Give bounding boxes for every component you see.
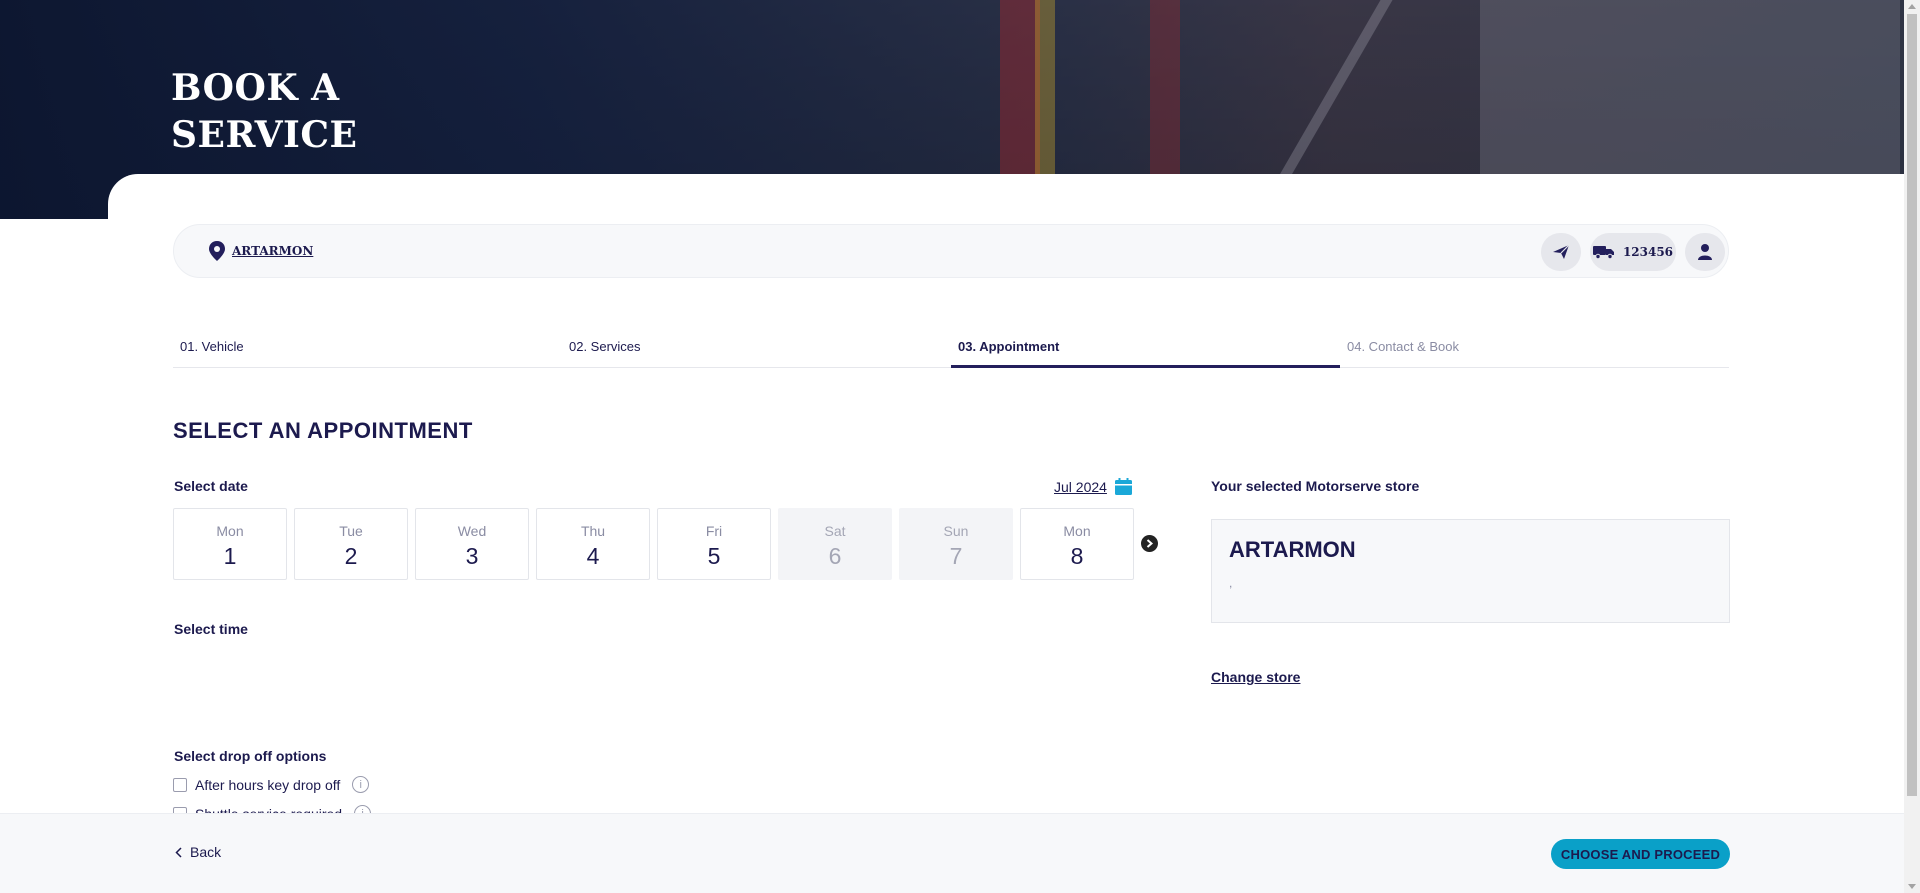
step-vehicle[interactable]: 01. Vehicle (173, 333, 562, 367)
info-icon[interactable]: i (352, 776, 370, 793)
select-time-label: Select time (174, 621, 248, 637)
calendar-icon (1114, 478, 1132, 495)
step-contact-book: 04. Contact & Book (1347, 339, 1460, 354)
day-option[interactable]: Tue 2 (294, 508, 408, 580)
scroll-thumb[interactable] (1907, 14, 1917, 796)
step-services[interactable]: 02. Services (562, 333, 951, 367)
day-option[interactable]: Thu 4 (536, 508, 650, 580)
location-store-link[interactable]: ARTARMON (232, 244, 313, 258)
location-pin-icon (209, 241, 225, 261)
day-option[interactable]: Mon 8 (1020, 508, 1134, 580)
select-date-label: Select date (174, 478, 248, 494)
send-icon (1553, 244, 1570, 259)
page-title: BOOK A SERVICE (171, 67, 358, 156)
day-option[interactable]: Wed 3 (415, 508, 529, 580)
section-title: SELECT AN APPOINTMENT (173, 418, 473, 443)
scrollbar[interactable] (1904, 0, 1920, 893)
footer-bar: Back CHOOSE AND PROCEED (0, 813, 1904, 893)
vehicle-button[interactable]: 123456 (1590, 233, 1676, 271)
day-option-unavailable: Sat 6 (778, 508, 892, 580)
day-option-unavailable: Sun 7 (899, 508, 1013, 580)
chevron-right-icon (1146, 539, 1154, 548)
date-selector: Mon 1 Tue 2 Wed 3 Thu 4 Fri 5 Sat 6 Sun 7 Mon 8 (173, 508, 1134, 580)
month-label[interactable]: Jul 2024 (1054, 479, 1107, 495)
step-appointment[interactable]: 03. Appointment (951, 333, 1340, 368)
change-store-link[interactable]: Change store (1211, 669, 1300, 685)
scroll-down-arrow[interactable] (1908, 884, 1916, 889)
after-hours-checkbox[interactable] (173, 777, 187, 792)
after-hours-label[interactable]: After hours key drop off (195, 777, 340, 793)
selected-store-card: ARTARMON , (1211, 519, 1730, 623)
back-label: Back (190, 844, 222, 860)
day-option[interactable]: Fri 5 (657, 508, 771, 580)
next-dates-button[interactable] (1141, 535, 1158, 552)
user-icon (1698, 244, 1712, 260)
back-button[interactable]: Back (175, 844, 221, 860)
store-name: ARTARMON (1229, 537, 1356, 562)
drop-off-label: Select drop off options (174, 748, 327, 764)
selected-store-label: Your selected Motorserve store (1211, 478, 1420, 494)
drop-off-option: After hours key drop off i (173, 776, 370, 793)
month-picker[interactable]: Jul 2024 (1054, 478, 1132, 495)
location-bar: ARTARMON 123456 (173, 224, 1729, 278)
choose-and-proceed-button[interactable]: CHOOSE AND PROCEED (1551, 839, 1730, 869)
scroll-up-arrow[interactable] (1908, 4, 1916, 9)
truck-icon (1592, 246, 1614, 259)
store-address: , (1229, 576, 1233, 590)
vehicle-rego: 123456 (1622, 245, 1674, 259)
progress-steps: 01. Vehicle 02. Services 03. Appointment… (173, 333, 1729, 368)
account-button[interactable] (1685, 233, 1725, 271)
day-option[interactable]: Mon 1 (173, 508, 287, 580)
chevron-left-icon (175, 846, 182, 858)
send-button[interactable] (1541, 233, 1581, 271)
